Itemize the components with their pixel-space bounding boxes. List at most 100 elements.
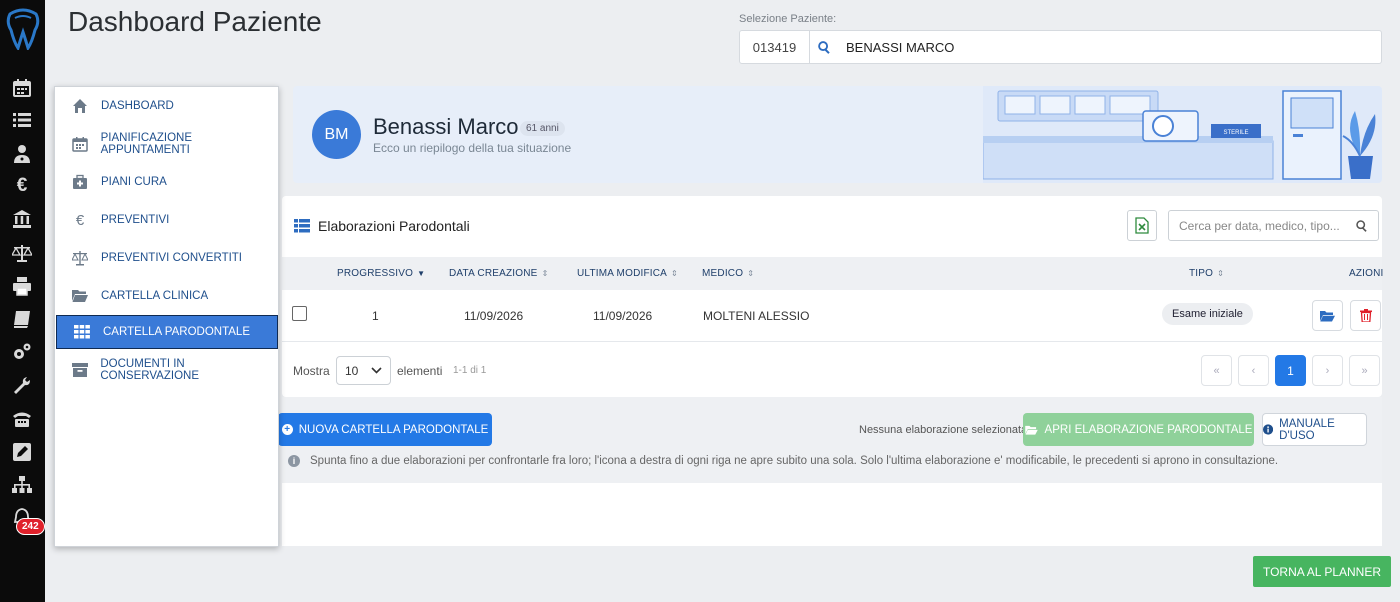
menu-item-label: CARTELLA CLINICA xyxy=(101,290,209,302)
app-logo-icon[interactable] xyxy=(4,8,42,50)
notification-badge[interactable]: 242 xyxy=(16,518,45,535)
new-periodontal-chart-button[interactable]: + NUOVA CARTELLA PARODONTALE xyxy=(278,413,492,446)
cell-ultima-modifica: 11/09/2026 xyxy=(593,309,653,323)
euro-icon[interactable]: € xyxy=(10,175,34,197)
open-row-button[interactable] xyxy=(1312,300,1343,331)
col-azioni: AZIONI xyxy=(1349,268,1384,279)
col-progressivo[interactable]: PROGRESSIVO ▼ xyxy=(337,268,425,279)
page-size-value: 10 xyxy=(345,363,359,378)
page-size-select[interactable]: 10 xyxy=(336,356,391,385)
cell-progressivo: 1 xyxy=(372,309,379,323)
open-elaboration-label: APRI ELABORAZIONE PARODONTALE xyxy=(1044,423,1253,436)
trash-icon xyxy=(1359,309,1372,322)
navigation-dropdown-menu: DASHBOARD PIANIFICAZIONE APPUNTAMENTI PI… xyxy=(54,86,279,547)
table-row: 1 11/09/2026 11/09/2026 MOLTENI ALESSIO … xyxy=(282,290,1382,342)
sort-icon: ⇕ xyxy=(671,269,678,278)
user-manual-button[interactable]: MANUALE D'USO xyxy=(1262,413,1367,446)
left-rail: € 242 xyxy=(0,0,45,602)
home-icon xyxy=(73,99,87,113)
tipo-badge: Esame iniziale xyxy=(1162,303,1253,325)
print-icon[interactable] xyxy=(10,275,34,297)
menu-item-piani-cura[interactable]: PIANI CURA xyxy=(55,165,280,199)
book-icon[interactable] xyxy=(10,308,34,330)
export-excel-button[interactable] xyxy=(1127,210,1157,241)
balance-scale-icon xyxy=(72,251,88,266)
plus-circle-icon: + xyxy=(281,424,293,435)
patient-name-field[interactable]: BENASSI MARCO xyxy=(846,40,954,55)
table-header: PROGRESSIVO ▼ DATA CREAZIONE ⇕ ULTIMA MODI… xyxy=(282,257,1384,290)
sitemap-icon[interactable] xyxy=(10,474,34,496)
show-label: Mostra xyxy=(293,364,330,378)
euro-icon: € xyxy=(75,211,85,229)
menu-item-label: PREVENTIVI xyxy=(101,214,170,226)
user-doctor-icon[interactable] xyxy=(10,143,34,165)
patient-selector[interactable]: 013419 BENASSI MARCO xyxy=(739,30,1382,64)
avatar: BM xyxy=(312,110,361,159)
archive-icon xyxy=(71,363,88,377)
record-count: 1-1 di 1 xyxy=(453,365,487,376)
menu-item-label: PREVENTIVI CONVERTITI xyxy=(101,252,243,264)
menu-item-preventivi-convertiti[interactable]: PREVENTIVI CONVERTITI xyxy=(55,241,280,275)
menu-item-documenti-in-conservazione[interactable]: DOCUMENTI IN CONSERVAZIONE xyxy=(55,353,280,387)
calendar-icon xyxy=(72,137,88,152)
search-icon[interactable] xyxy=(810,40,838,54)
card-title: Elaborazioni Parodontali xyxy=(294,218,470,234)
menu-item-label: DASHBOARD xyxy=(101,100,174,112)
col-data-creazione[interactable]: DATA CREAZIONE ⇕ xyxy=(449,268,548,279)
selection-status: Nessuna elaborazione selezionata xyxy=(859,424,1028,436)
menu-item-label: CARTELLA PARODONTALE xyxy=(103,326,250,338)
calendar-icon[interactable] xyxy=(10,77,34,99)
medical-kit-icon xyxy=(73,174,87,189)
patient-name: Benassi Marco xyxy=(373,114,519,139)
search-icon[interactable] xyxy=(1356,219,1368,232)
chevron-down-icon xyxy=(371,367,382,374)
row-checkbox[interactable] xyxy=(292,306,307,321)
table-search-input[interactable] xyxy=(1179,218,1356,233)
table-list-icon xyxy=(294,219,310,233)
pagination-prev[interactable]: ‹ xyxy=(1238,355,1269,386)
card-title-label: Elaborazioni Parodontali xyxy=(318,218,470,234)
patient-selection-label: Selezione Paziente: xyxy=(739,13,837,25)
folder-open-icon xyxy=(1024,425,1038,435)
help-hint-text: Spunta fino a due elaborazioni per confr… xyxy=(310,455,1279,467)
svg-text:STERILE: STERILE xyxy=(1223,130,1248,136)
menu-item-preventivi[interactable]: € PREVENTIVI xyxy=(55,203,280,237)
patient-subtitle: Ecco un riepilogo della tua situazione xyxy=(373,141,572,155)
menu-item-dashboard[interactable]: DASHBOARD xyxy=(55,89,280,123)
cogs-icon[interactable] xyxy=(10,341,34,363)
delete-row-button[interactable] xyxy=(1350,300,1381,331)
info-icon: i xyxy=(288,455,300,467)
phone-office-icon[interactable] xyxy=(10,408,34,430)
menu-item-cartella-parodontale[interactable]: CARTELLA PARODONTALE xyxy=(56,315,278,349)
col-medico[interactable]: MEDICO ⇕ xyxy=(702,268,754,279)
col-tipo[interactable]: TIPO ⇕ xyxy=(1189,268,1224,279)
edit-icon[interactable] xyxy=(10,441,34,463)
elements-label: elementi xyxy=(397,364,443,378)
help-hint: i Spunta fino a due elaborazioni per con… xyxy=(288,455,1278,467)
pagination-first[interactable]: « xyxy=(1201,355,1232,386)
pagination-next[interactable]: › xyxy=(1312,355,1343,386)
pagination-last[interactable]: » xyxy=(1349,355,1380,386)
col-ultima-modifica[interactable]: ULTIMA MODIFICA ⇕ xyxy=(577,268,678,279)
table-search[interactable] xyxy=(1168,210,1379,241)
sort-desc-icon: ▼ xyxy=(417,269,426,278)
menu-item-pianificazione-appuntamenti[interactable]: PIANIFICAZIONE APPUNTAMENTI xyxy=(55,127,280,161)
menu-item-label: DOCUMENTI IN CONSERVAZIONE xyxy=(100,358,199,382)
open-elaboration-button[interactable]: APRI ELABORAZIONE PARODONTALE xyxy=(1023,413,1254,446)
age-badge: 61 anni xyxy=(520,121,565,136)
list-icon[interactable] xyxy=(10,109,34,131)
wrench-icon[interactable] xyxy=(10,375,34,397)
bank-icon[interactable] xyxy=(10,208,34,230)
menu-item-label: PIANI CURA xyxy=(101,176,167,188)
balance-scale-icon[interactable] xyxy=(10,242,34,264)
menu-item-cartella-clinica[interactable]: CARTELLA CLINICA xyxy=(55,279,280,313)
sort-icon: ⇕ xyxy=(747,269,755,278)
patient-code[interactable]: 013419 xyxy=(740,31,810,63)
folder-open-icon xyxy=(72,290,88,302)
info-circle-icon xyxy=(1263,424,1274,435)
folder-open-icon xyxy=(1320,310,1335,321)
elaborations-card: Elaborazioni Parodontali PROGRESSIVO▼ DA… xyxy=(282,196,1384,397)
user-manual-label: MANUALE D'USO xyxy=(1279,417,1335,442)
back-to-planner-button[interactable]: TORNA AL PLANNER xyxy=(1253,556,1391,587)
pagination-page-1[interactable]: 1 xyxy=(1275,355,1306,386)
